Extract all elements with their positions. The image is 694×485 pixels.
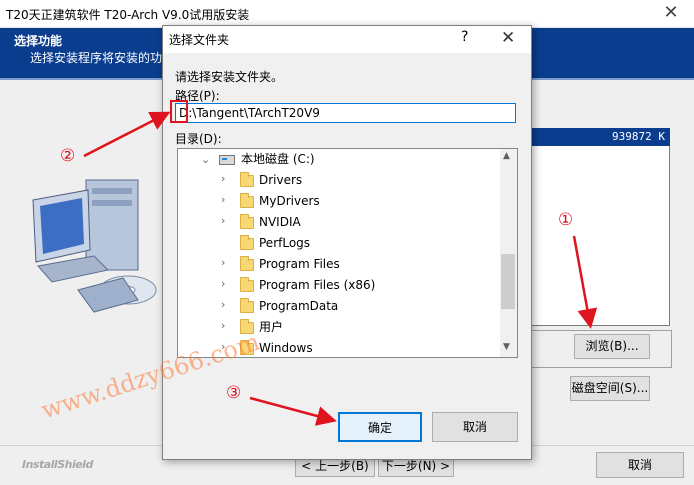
step-1-marker: ① <box>558 210 574 230</box>
arrow-3 <box>249 396 337 426</box>
arrow-1 <box>572 235 598 329</box>
step-2-marker: ② <box>60 146 76 166</box>
step-3-marker: ③ <box>226 383 242 403</box>
arrow-2 <box>83 111 171 158</box>
annotation-arrows <box>83 111 598 426</box>
